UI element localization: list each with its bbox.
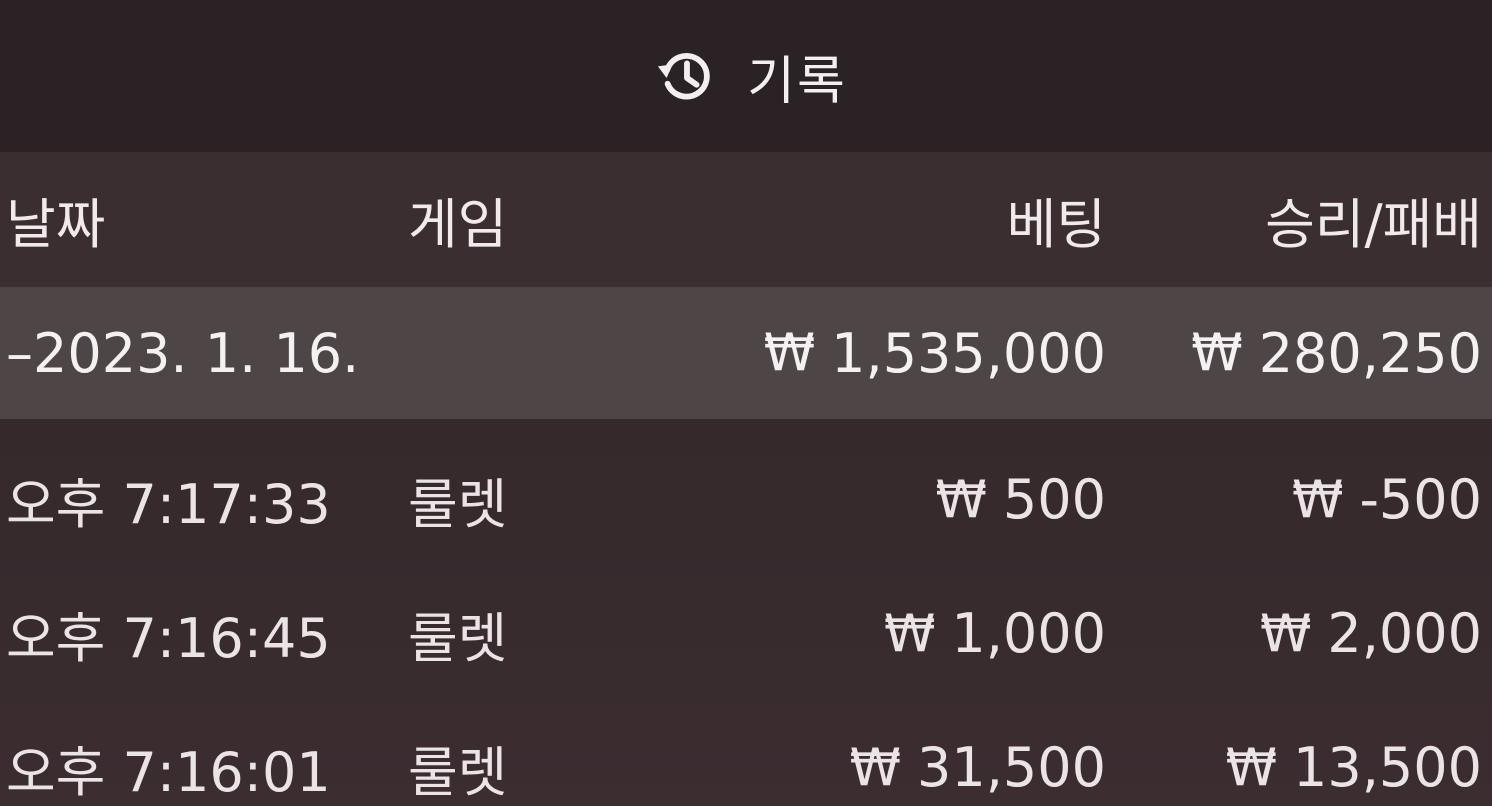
table-header: 날짜 게임 베팅 승리/패배 [0, 152, 1492, 287]
row-result-value: 13,500 [1293, 736, 1482, 799]
column-header-bet[interactable]: 베팅 [1007, 152, 1106, 287]
row-time: 오후 7:16:01 [6, 741, 331, 804]
row-time: 오후 7:17:33 [6, 473, 331, 536]
table-row[interactable]: 오후 7:16:01 룰렛 ₩ 31,500 ₩ 13,500 [0, 700, 1492, 806]
won-symbol: ₩ [935, 469, 987, 530]
summary-bet-total: ₩ 1,535,000 [764, 287, 1106, 419]
won-symbol: ₩ [1191, 323, 1243, 383]
title-group: 기록 [655, 39, 847, 114]
summary-date: –2023. 1. 16. [6, 321, 360, 385]
column-header-game[interactable]: 게임 [408, 152, 507, 287]
won-symbol: ₩ [1259, 603, 1312, 664]
row-time: 오후 7:16:45 [6, 607, 331, 670]
row-result-value: -500 [1359, 468, 1482, 531]
row-bet-value: 500 [1002, 468, 1106, 531]
title-bar: 기록 [0, 0, 1492, 152]
summary-result-total: ₩ 280,250 [1191, 287, 1482, 419]
table-row[interactable]: 오후 7:17:33 룰렛 ₩ 500 ₩ -500 [0, 432, 1492, 567]
won-symbol: ₩ [1225, 737, 1278, 798]
column-header-result[interactable]: 승리/패배 [1265, 152, 1482, 287]
summary-bet-value: 1,535,000 [831, 321, 1106, 385]
row-result-value: 2,000 [1327, 602, 1482, 665]
history-icon [658, 53, 710, 100]
row-game: 룰렛 [408, 607, 508, 670]
row-result: ₩ -500 [1292, 432, 1482, 567]
column-header-date[interactable]: 날짜 [6, 152, 105, 287]
row-game: 룰렛 [408, 741, 508, 804]
row-bet-value: 31,500 [917, 736, 1106, 799]
won-symbol: ₩ [883, 603, 936, 664]
row-bet: ₩ 500 [936, 432, 1107, 567]
won-symbol: ₩ [1292, 469, 1344, 530]
table-row[interactable]: 오후 7:16:45 룰렛 ₩ 1,000 ₩ 2,000 [0, 566, 1492, 701]
page-title: 기록 [747, 51, 847, 112]
history-screen: 기록 날짜 게임 베팅 승리/패배 –2023. 1. 16. ₩ 1,535,… [0, 0, 1492, 806]
row-bet: ₩ 31,500 [850, 700, 1106, 806]
won-symbol: ₩ [849, 737, 902, 798]
row-bet-value: 1,000 [951, 602, 1106, 665]
row-result: ₩ 13,500 [1226, 700, 1482, 806]
row-bet: ₩ 1,000 [884, 566, 1106, 701]
won-symbol: ₩ [763, 323, 816, 383]
row-result: ₩ 2,000 [1260, 566, 1482, 701]
summary-result-value: 280,250 [1258, 321, 1482, 385]
row-game: 룰렛 [408, 473, 508, 536]
date-group-summary-row[interactable]: –2023. 1. 16. ₩ 1,535,000 ₩ 280,250 [0, 287, 1492, 419]
